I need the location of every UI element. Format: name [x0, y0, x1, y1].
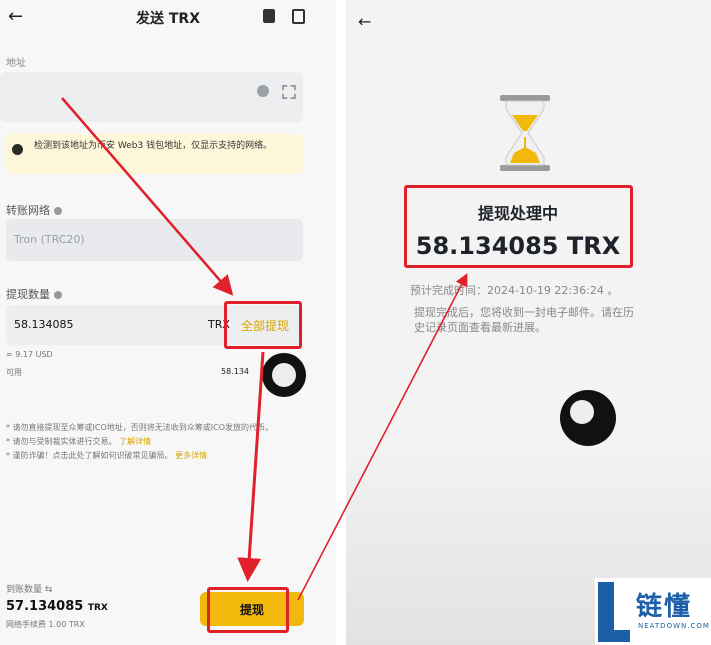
warning-icon [12, 144, 23, 155]
note-item: * 请勿与受制裁实体进行交易。 了解详情 [6, 435, 306, 449]
cursor-indicator [560, 390, 616, 446]
more-details-link[interactable]: 更多详情 [175, 451, 207, 460]
network-fee: 网络手续费 1.00 TRX [6, 620, 85, 629]
usd-estimate: ≈ 9.17 USD [6, 350, 53, 359]
address-label: 地址 [6, 58, 26, 69]
left-top-bar: ← 发送 TRX [0, 0, 336, 32]
receive-value: 57.134085 [6, 599, 84, 614]
info-icon[interactable] [54, 207, 62, 215]
watermark-l-foot [598, 630, 630, 642]
panel-divider [336, 0, 346, 645]
learn-more-link[interactable]: 了解详情 [119, 437, 151, 446]
address-input[interactable] [0, 72, 303, 122]
receive-unit: TRX [87, 603, 108, 613]
highlight-status [404, 185, 633, 268]
watermark-sub: NEATDOWN.COM [638, 622, 710, 630]
watermark-text: 链懂 [636, 592, 693, 622]
available-label: 可用 [6, 368, 22, 377]
note-item-text: * 请勿与受制裁实体进行交易。 [6, 437, 117, 446]
amount-value: 58.134085 [14, 318, 74, 331]
info-icon[interactable] [54, 291, 62, 299]
page-title: 发送 TRX [136, 11, 200, 27]
status-description: 提现完成后，您将收到一封电子邮件。请在历史记录页面查看最新进展。 [414, 306, 634, 334]
receive-label: 到账数量 ⇆ [6, 585, 53, 595]
receive-amount: 57.134085 TRX [6, 599, 108, 614]
note-item: * 谨防诈骗！点击此处了解如何识破常见骗局。 更多详情 [6, 449, 306, 463]
available-value: 58.134 [221, 367, 249, 376]
highlight-withdraw-all [224, 301, 302, 349]
network-label: 转账网络 [6, 202, 62, 218]
highlight-withdraw-button [207, 587, 289, 633]
notes-list: * 请勿直接提现至众筹或ICO地址，否则将无法收到众筹或ICO发放的代币。 * … [6, 421, 306, 463]
amount-label-text: 提现数量 [6, 288, 50, 301]
note-item: * 请勿直接提现至众筹或ICO地址，否则将无法收到众筹或ICO发放的代币。 [6, 423, 274, 432]
scan-icon[interactable] [282, 85, 296, 99]
warning-text: 检测到该地址为币安 Web3 钱包地址，仅显示支持的网络。 [34, 141, 273, 151]
hourglass-icon [500, 95, 550, 171]
eta-text: 预计完成时间：2024-10-19 22:36:24 。 [410, 284, 619, 297]
note-item-text: * 谨防诈骗！点击此处了解如何识破常见骗局。 [6, 451, 173, 460]
contact-icon[interactable] [257, 85, 269, 97]
amount-label: 提现数量 [6, 286, 62, 302]
network-value: Tron (TRC20) [14, 233, 85, 246]
history-icon[interactable] [292, 9, 305, 24]
back-arrow-icon[interactable]: ← [358, 12, 371, 31]
network-label-text: 转账网络 [6, 204, 50, 217]
address-book-icon[interactable] [263, 9, 275, 23]
cursor-indicator [262, 353, 306, 397]
